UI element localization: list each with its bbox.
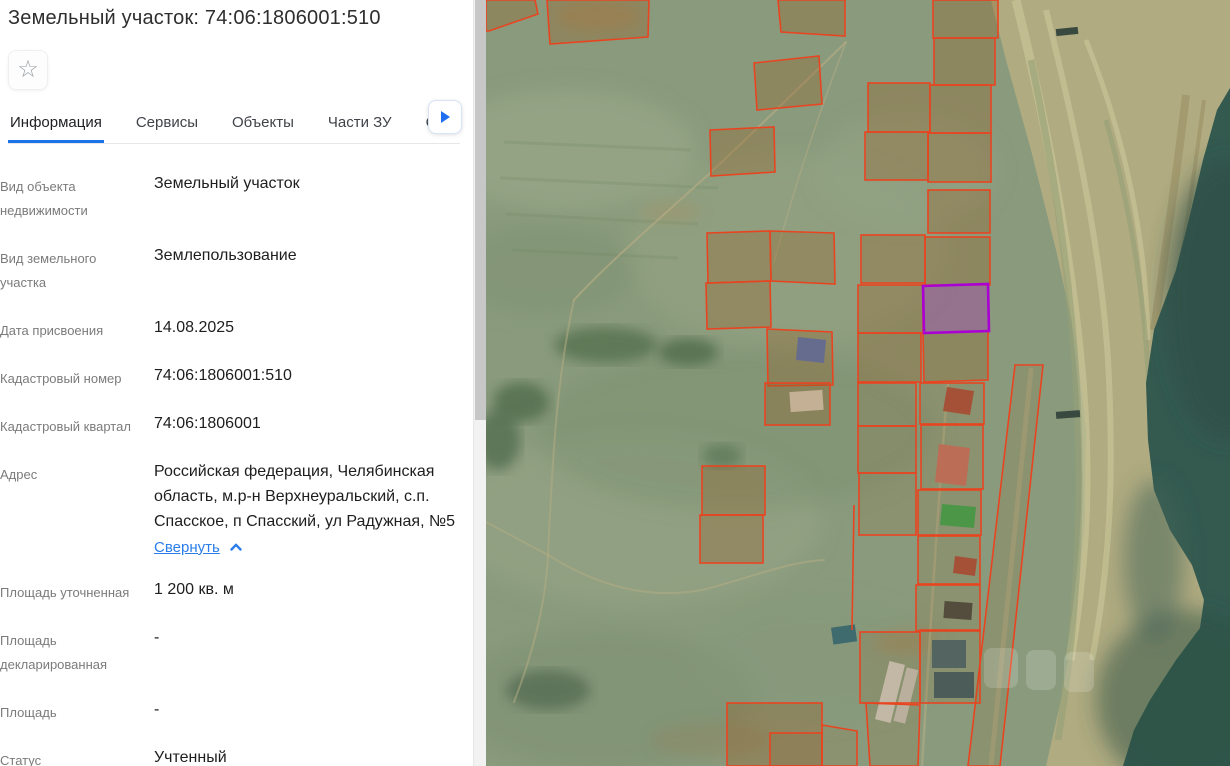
chevron-up-icon bbox=[230, 543, 242, 551]
field-row: Площадь декларированная - bbox=[0, 626, 486, 677]
panel-scrollbar-thumb[interactable] bbox=[475, 0, 486, 420]
field-row: Вид объекта недвижимости Земельный участ… bbox=[0, 172, 486, 223]
cadastral-parcel[interactable] bbox=[777, 0, 846, 37]
cadastral-parcel[interactable] bbox=[546, 0, 650, 45]
field-label: Вид земельного участка bbox=[0, 251, 97, 291]
collapse-control[interactable]: Свернуть bbox=[154, 539, 242, 556]
star-icon: ☆ bbox=[17, 56, 39, 83]
chevron-right-icon bbox=[440, 111, 450, 123]
field-label: Площадь bbox=[0, 704, 57, 720]
field-row: Дата присвоения 14.08.2025 bbox=[0, 316, 486, 343]
cadastral-parcel[interactable] bbox=[769, 732, 823, 766]
field-row: Площадь уточненная 1 200 кв. м bbox=[0, 578, 486, 605]
cadastral-parcel[interactable] bbox=[933, 37, 996, 86]
cadastral-parcel[interactable] bbox=[920, 424, 984, 490]
map-watermark bbox=[984, 648, 1094, 692]
cadastral-parcel[interactable] bbox=[860, 234, 926, 284]
cadastral-parcel[interactable] bbox=[857, 425, 917, 474]
field-row: Кадастровый номер 74:06:1806001:510 bbox=[0, 364, 486, 391]
cadastral-parcel[interactable] bbox=[858, 472, 917, 536]
field-row: Вид земельного участка Землепользование bbox=[0, 244, 486, 295]
cadastral-parcel[interactable] bbox=[859, 631, 921, 704]
field-value: - bbox=[154, 628, 160, 646]
tab-chasti-zu[interactable]: Части ЗУ bbox=[326, 114, 394, 143]
cadastral-parcel[interactable] bbox=[857, 284, 924, 334]
cadastral-parcel[interactable] bbox=[919, 629, 981, 704]
cadastral-parcel[interactable] bbox=[701, 465, 766, 516]
tabs-scroll-next-button[interactable] bbox=[428, 100, 462, 134]
collapse-link[interactable]: Свернуть bbox=[154, 539, 220, 556]
field-label: Площадь декларированная bbox=[0, 632, 108, 672]
field-value: Учтенный bbox=[154, 748, 227, 766]
panel-scrollbar[interactable] bbox=[473, 0, 486, 766]
cadastral-parcel[interactable] bbox=[922, 330, 989, 383]
field-row-address: Адрес Российская федерация, Челябинская … bbox=[0, 460, 486, 556]
cadastral-parcel[interactable] bbox=[929, 84, 992, 134]
field-value: 74:06:1806001 bbox=[154, 415, 261, 433]
favorite-button[interactable]: ☆ bbox=[8, 50, 48, 90]
cadastral-parcel[interactable] bbox=[865, 702, 921, 766]
cadastral-parcel[interactable] bbox=[867, 82, 931, 133]
tab-servisy[interactable]: Сервисы bbox=[134, 114, 200, 143]
cadastral-parcel[interactable] bbox=[706, 230, 772, 284]
cadastral-parcel[interactable] bbox=[915, 584, 981, 632]
tab-bar: Информация Сервисы Объекты Части ЗУ Сост… bbox=[8, 106, 460, 144]
field-value: Земельный участок bbox=[154, 175, 300, 192]
field-value: 74:06:1806001:510 bbox=[154, 367, 292, 385]
cadastral-parcel[interactable] bbox=[699, 514, 764, 564]
field-row: Статус Учтенный bbox=[0, 746, 486, 766]
cadastral-parcel[interactable] bbox=[927, 132, 992, 183]
cadastral-map-app: Земельный участок: 74:06:1806001:510 ☆ И… bbox=[0, 0, 1230, 766]
cadastral-parcel[interactable] bbox=[919, 382, 985, 425]
cadastral-parcel[interactable] bbox=[769, 230, 836, 285]
info-panel: Земельный участок: 74:06:1806001:510 ☆ И… bbox=[0, 0, 486, 766]
field-value: Землепользование bbox=[154, 247, 297, 265]
cadastral-parcel[interactable] bbox=[917, 535, 981, 585]
cadastral-parcel[interactable] bbox=[932, 0, 999, 39]
tab-obekty[interactable]: Объекты bbox=[230, 114, 296, 143]
field-label: Кадастровый номер bbox=[0, 371, 122, 387]
cadastral-parcel[interactable] bbox=[864, 131, 929, 181]
selected-parcel[interactable] bbox=[921, 282, 991, 335]
field-value: 1 200 кв. м bbox=[154, 580, 234, 598]
page-title: Земельный участок: 74:06:1806001:510 bbox=[8, 7, 381, 29]
cadastral-parcel[interactable] bbox=[857, 332, 922, 383]
cadastral-parcel[interactable] bbox=[857, 382, 917, 427]
cadastral-parcel[interactable] bbox=[709, 126, 776, 177]
cadastral-parcel[interactable] bbox=[924, 236, 991, 286]
field-row: Кадастровый квартал 74:06:1806001 bbox=[0, 412, 486, 439]
cadastral-parcel[interactable] bbox=[766, 328, 834, 387]
field-value: 14.08.2025 bbox=[154, 319, 235, 337]
field-label: Площадь уточненная bbox=[0, 584, 130, 600]
teal-roof-house bbox=[831, 624, 858, 645]
field-label: Кадастровый квартал bbox=[0, 419, 131, 435]
field-label: Адрес bbox=[0, 467, 38, 483]
cadastral-parcel[interactable] bbox=[917, 489, 982, 536]
cadastral-parcel[interactable] bbox=[927, 189, 991, 234]
satellite-map[interactable] bbox=[486, 0, 1230, 766]
field-row: Площадь - bbox=[0, 698, 486, 725]
field-value: - bbox=[154, 700, 160, 718]
cadastral-parcel[interactable] bbox=[753, 55, 823, 111]
field-label: Вид объекта недвижимости bbox=[0, 179, 88, 219]
tab-informatsiya[interactable]: Информация bbox=[8, 114, 104, 143]
map-viewport[interactable] bbox=[486, 0, 1230, 766]
fields-list: Вид объекта недвижимости Земельный участ… bbox=[0, 144, 486, 766]
field-label: Дата присвоения bbox=[0, 323, 104, 339]
cadastral-parcel[interactable] bbox=[821, 724, 858, 766]
cadastral-parcel[interactable] bbox=[705, 280, 772, 330]
field-label: Статус bbox=[0, 752, 42, 766]
address-value: Российская федерация, Челябинская област… bbox=[154, 463, 456, 530]
cadastral-parcel[interactable] bbox=[764, 382, 831, 426]
